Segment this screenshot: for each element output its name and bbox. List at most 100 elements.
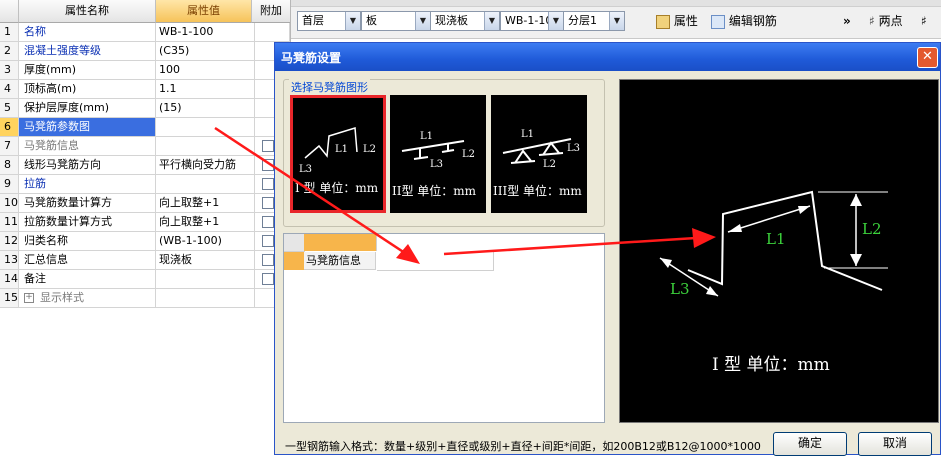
edit-rebar-button[interactable]: 编辑钢筋 [711, 11, 777, 31]
shape-option-type-2[interactable]: L1 L2 L3 II型 单位：mm [390, 95, 486, 213]
property-value[interactable]: 现浇板 [156, 251, 255, 270]
chevron-down-icon[interactable]: ▼ [548, 12, 563, 30]
chevron-down-icon[interactable]: ▼ [609, 12, 624, 30]
two-points-button[interactable]: ♯ 两点 [869, 11, 903, 31]
column-header-value[interactable]: 属性值 [156, 0, 252, 23]
add-checkbox[interactable] [262, 178, 274, 190]
type-select[interactable]: 现浇板 ▼ [430, 11, 500, 31]
type-select-value: 现浇板 [435, 14, 468, 27]
property-name[interactable]: 马凳筋参数图 [19, 118, 156, 137]
property-name[interactable]: + 显示样式 [19, 289, 156, 308]
expand-plus-icon[interactable]: + [24, 293, 34, 303]
property-row[interactable]: 1 名称 WB-1-100 [0, 23, 290, 42]
property-name[interactable]: 汇总信息 [19, 251, 156, 270]
grid-tool-icon[interactable]: ♯ [921, 11, 927, 31]
shape-option-type-1[interactable]: L1 L2 L3 I 型 单位：mm [290, 95, 386, 213]
rebar-info-table: 马凳筋信息 [283, 233, 605, 423]
property-name[interactable]: 名称 [19, 23, 156, 42]
stool-bar-settings-dialog: 马凳筋设置 ✕ 选择马凳筋图形 L1 L2 L3 I 型 单位：mm L1 L2… [274, 42, 941, 456]
property-row[interactable]: 12 归类名称 (WB-1-100) [0, 232, 290, 251]
property-name[interactable]: 混凝土强度等级 [19, 42, 156, 61]
property-name[interactable]: 保护层厚度(mm) [19, 99, 156, 118]
shape-3-drawing: L1 L3 L2 [502, 129, 580, 170]
svg-text:L1: L1 [420, 131, 433, 142]
property-row[interactable]: 5 保护层厚度(mm) (15) [0, 99, 290, 118]
add-checkbox[interactable] [262, 235, 274, 247]
add-checkbox[interactable] [262, 254, 274, 266]
property-value[interactable] [156, 270, 255, 289]
layer-select[interactable]: 分层1 ▼ [563, 11, 625, 31]
property-name[interactable]: 线形马凳筋方向 [19, 156, 156, 175]
column-header-name[interactable]: 属性名称 [19, 0, 156, 23]
add-checkbox[interactable] [262, 159, 274, 171]
property-value[interactable]: 1.1 [156, 80, 255, 99]
property-value[interactable] [156, 118, 255, 137]
property-row[interactable]: 6 马凳筋参数图 [0, 118, 290, 137]
add-checkbox[interactable] [262, 273, 274, 285]
property-row[interactable]: 10 马凳筋数量计算方 向上取整+1 [0, 194, 290, 213]
property-name[interactable]: 马凳筋信息 [19, 137, 156, 156]
property-value[interactable]: (15) [156, 99, 255, 118]
element-select[interactable]: 板 ▼ [361, 11, 431, 31]
property-row[interactable]: 2 混凝土强度等级 (C35) [0, 42, 290, 61]
floor-select-value: 首层 [302, 14, 324, 27]
property-name[interactable]: 归类名称 [19, 232, 156, 251]
code-select[interactable]: WB-1-100 ▼ [500, 11, 564, 31]
property-name[interactable]: 马凳筋数量计算方 [19, 194, 156, 213]
property-value[interactable]: (WB-1-100) [156, 232, 255, 251]
property-row[interactable]: 9 拉筋 [0, 175, 290, 194]
property-name[interactable]: 拉筋 [19, 175, 156, 194]
property-value[interactable]: WB-1-100 [156, 23, 255, 42]
shape-preview: L1 L2 L3 I 型 单位：mm [619, 79, 939, 423]
rebar-info-input[interactable] [377, 252, 494, 271]
toolbar: 首层 ▼ 板 ▼ 现浇板 ▼ WB-1-100 ▼ 分层1 ▼ 属性 编辑钢筋 … [291, 0, 941, 39]
shape-3-caption: III型 单位：mm [493, 184, 582, 198]
add-checkbox[interactable] [262, 140, 274, 152]
row-number: 13 [0, 251, 19, 270]
property-name-text: 顶标高(m) [24, 82, 77, 95]
property-row[interactable]: 4 顶标高(m) 1.1 [0, 80, 290, 99]
table-row-header[interactable] [284, 252, 304, 270]
property-row[interactable]: 15 + 显示样式 [0, 289, 290, 308]
properties-label: 属性 [673, 14, 698, 28]
row-number: 11 [0, 213, 19, 232]
property-name[interactable]: 备注 [19, 270, 156, 289]
row-number: 5 [0, 99, 19, 118]
property-name[interactable]: 顶标高(m) [19, 80, 156, 99]
shape-2-caption: II型 单位：mm [392, 184, 477, 198]
column-header-add[interactable]: 附加 [252, 0, 290, 23]
property-value[interactable] [156, 175, 255, 194]
chevron-down-icon[interactable]: ▼ [345, 12, 360, 30]
property-row[interactable]: 7 马凳筋信息 [0, 137, 290, 156]
cancel-button[interactable]: 取消 [858, 432, 932, 456]
property-name[interactable]: 拉筋数量计算方式 [19, 213, 156, 232]
property-row[interactable]: 13 汇总信息 现浇板 [0, 251, 290, 270]
property-value[interactable]: 平行横向受力筋 [156, 156, 255, 175]
chevron-down-icon[interactable]: ▼ [415, 12, 430, 30]
property-value[interactable]: (C35) [156, 42, 255, 61]
floor-select[interactable]: 首层 ▼ [297, 11, 361, 31]
more-tools-button[interactable]: » [843, 11, 851, 31]
properties-button[interactable]: 属性 [656, 11, 698, 31]
property-value[interactable] [156, 137, 255, 156]
property-value[interactable] [156, 289, 255, 308]
property-row[interactable]: 8 线形马凳筋方向 平行横向受力筋 [0, 156, 290, 175]
table-row-label: 马凳筋信息 [304, 252, 376, 270]
shape-option-type-3[interactable]: L1 L3 L2 III型 单位：mm [491, 95, 587, 213]
add-checkbox[interactable] [262, 197, 274, 209]
ok-button[interactable]: 确定 [773, 432, 847, 456]
dialog-title-bar[interactable]: 马凳筋设置 ✕ [275, 43, 940, 71]
property-row[interactable]: 3 厚度(mm) 100 [0, 61, 290, 80]
property-row[interactable]: 14 备注 [0, 270, 290, 289]
property-value[interactable]: 向上取整+1 [156, 194, 255, 213]
add-checkbox[interactable] [262, 216, 274, 228]
property-name-text: 备注 [24, 272, 46, 285]
property-value[interactable]: 100 [156, 61, 255, 80]
property-name[interactable]: 厚度(mm) [19, 61, 156, 80]
property-row[interactable]: 11 拉筋数量计算方式 向上取整+1 [0, 213, 290, 232]
property-value[interactable]: 向上取整+1 [156, 213, 255, 232]
property-name-text: 线形马凳筋方向 [24, 158, 101, 171]
preview-label-l3: L3 [670, 280, 690, 298]
close-button[interactable]: ✕ [917, 47, 938, 68]
chevron-down-icon[interactable]: ▼ [484, 12, 499, 30]
